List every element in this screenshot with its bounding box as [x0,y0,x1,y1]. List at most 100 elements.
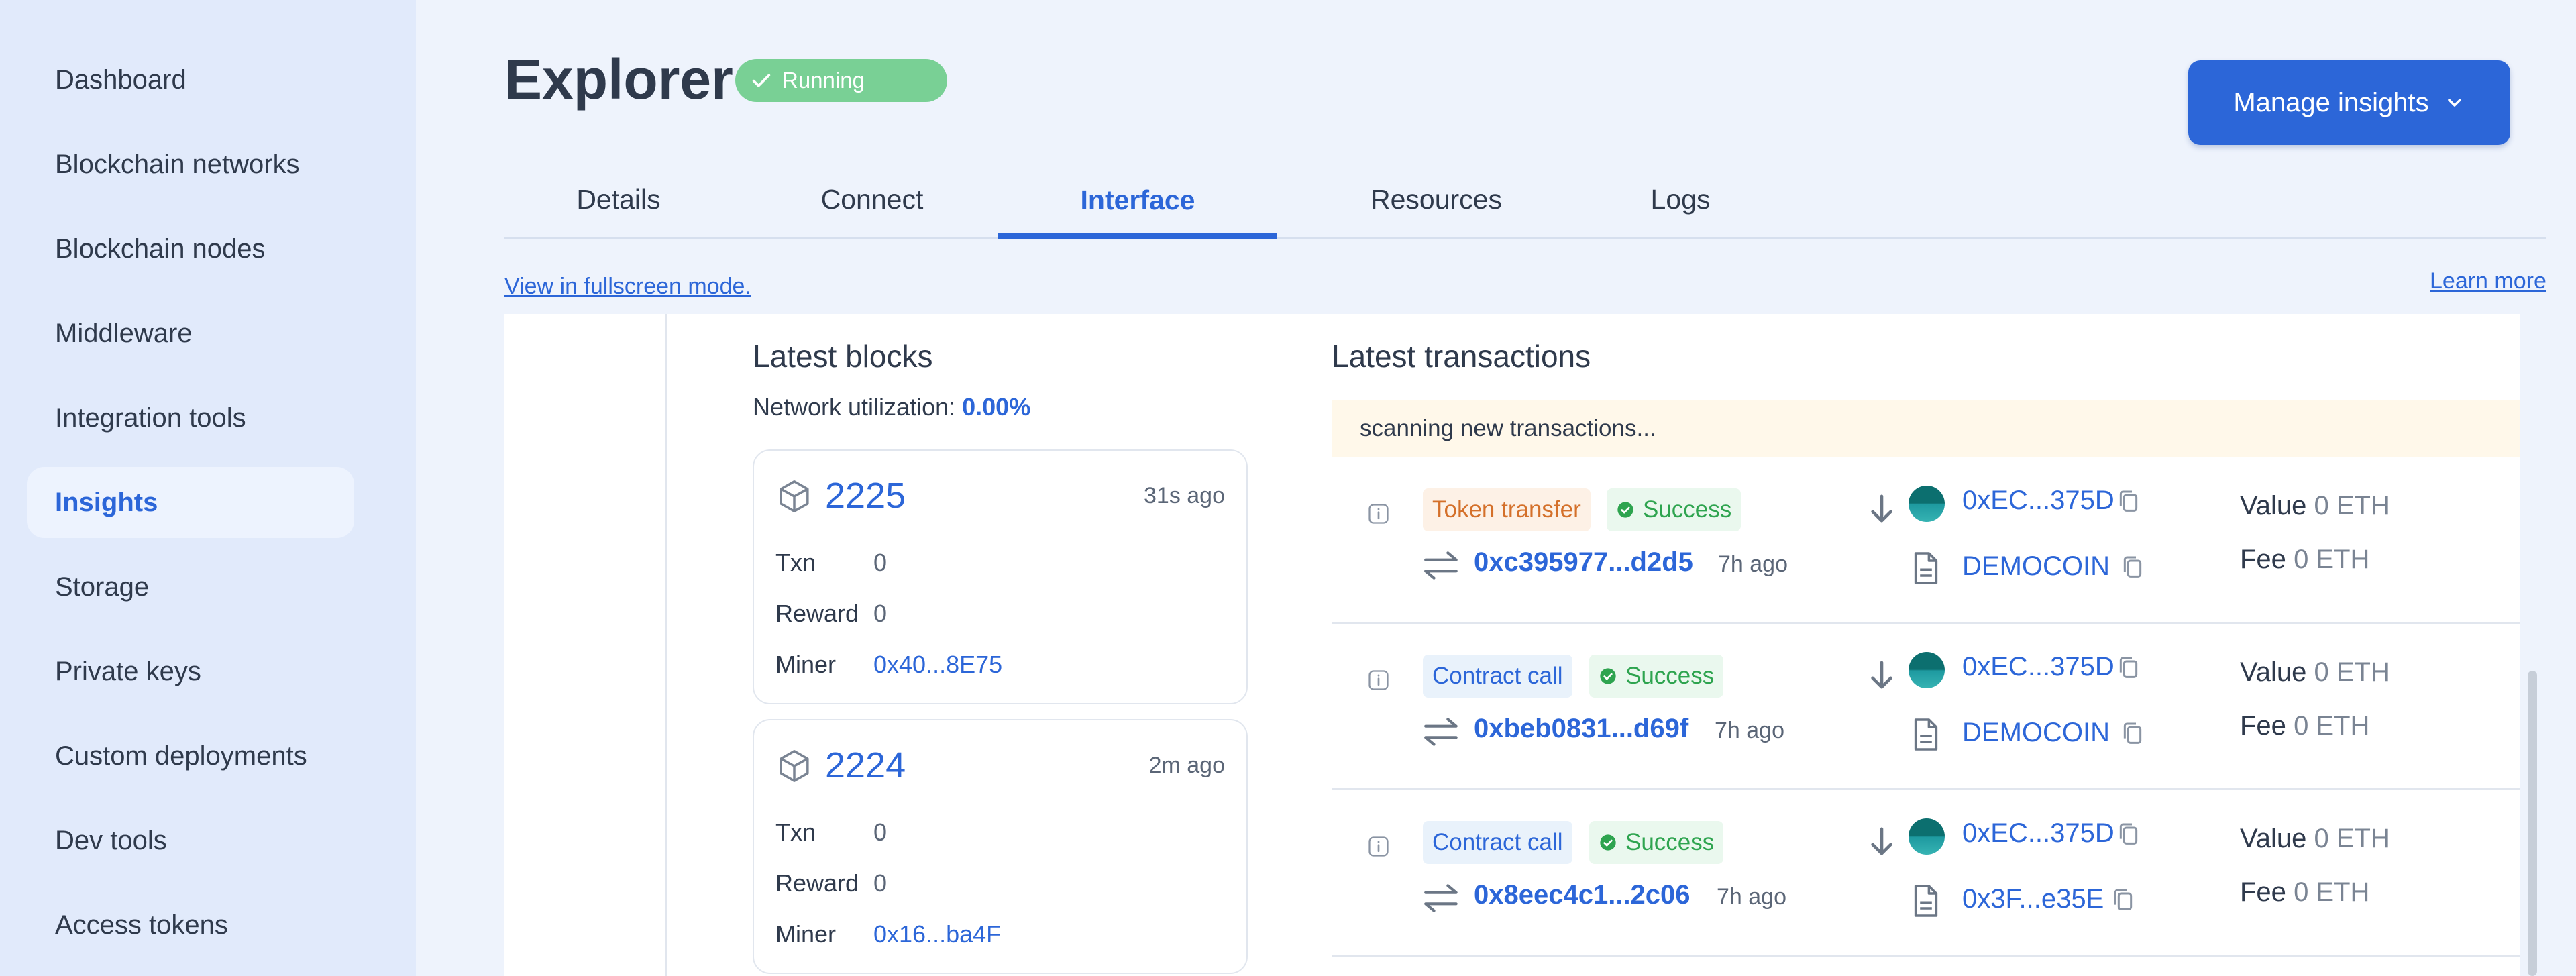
tx-value: Value 0 ETH [2240,824,2390,854]
tab-details[interactable]: Details [504,161,733,237]
reward-label: Reward [775,869,859,897]
tx-value: Value 0 ETH [2240,657,2390,688]
sidebar-item-storage[interactable]: Storage [27,551,354,622]
from-address-link[interactable]: 0xEC...375D [1962,652,2114,682]
from-address-link[interactable]: 0xEC...375D [1962,486,2114,516]
info-icon[interactable] [1366,502,1391,526]
transaction-row: Token transfer Success 0xc395977...d2d5 … [1332,457,2520,624]
sidebar: Dashboard Blockchain networks Blockchain… [0,0,416,976]
latest-transactions-title: Latest transactions [1332,339,1591,374]
fee-amount: 0 ETH [2294,545,2370,574]
tx-hash-link[interactable]: 0xbeb0831...d69f [1474,714,1688,744]
sidebar-item-access-tokens[interactable]: Access tokens [27,889,354,961]
tx-type-badge: Token transfer [1423,488,1591,531]
tab-connect[interactable]: Connect [733,161,1012,237]
tab-interface[interactable]: Interface [998,161,1277,239]
tx-hash-link[interactable]: 0xc395977...d2d5 [1474,547,1693,578]
info-icon[interactable] [1366,668,1391,692]
reward-value: 0 [873,600,888,627]
arrow-down-icon [1871,827,1892,855]
tx-status-badge: Success [1607,488,1741,531]
tx-status-label: Success [1625,829,1715,855]
sidebar-item-blockchain-nodes[interactable]: Blockchain nodes [27,213,354,284]
reward-label: Reward [775,600,859,627]
sidebar-item-insights[interactable]: Insights [27,467,354,538]
block-age: 31s ago [1144,483,1225,508]
sidebar-item-dev-tools[interactable]: Dev tools [27,805,354,876]
tx-age: 7h ago [1717,884,1786,910]
tx-hash-link[interactable]: 0x8eec4c1...2c06 [1474,880,1690,910]
tx-status-badge: Success [1589,655,1724,698]
check-circle-icon [1600,834,1616,851]
sidebar-item-blockchain-networks[interactable]: Blockchain networks [27,129,354,200]
block-number[interactable]: 2225 [825,475,906,517]
cube-icon [780,750,809,782]
explorer-panel: Latest blocks Network utilization: 0.00%… [504,314,2520,976]
status-label: Running [782,68,865,93]
sidebar-item-dashboard[interactable]: Dashboard [27,44,354,115]
block-age: 2m ago [1148,753,1225,778]
page-title: Explorer [504,48,733,111]
txn-label: Txn [775,818,816,846]
block-card[interactable]: 2225 31s ago Txn 0 Reward 0 Miner 0x40..… [753,449,1248,704]
copy-icon[interactable] [2121,720,2145,747]
fee-label: Fee [2240,711,2286,741]
status-badge: Running [735,59,947,102]
block-card[interactable]: 2224 2m ago Txn 0 Reward 0 Miner 0x16...… [753,719,1248,974]
miner-label: Miner [775,920,837,948]
tx-fee: Fee 0 ETH [2240,545,2369,575]
check-circle-icon [1600,668,1616,684]
copy-icon[interactable] [2116,821,2141,848]
fee-amount: 0 ETH [2294,711,2370,741]
address-avatar [1909,818,1945,855]
sidebar-item-middleware[interactable]: Middleware [27,298,354,369]
contract-link[interactable]: 0x3F...e35E [1962,884,2104,914]
value-amount: 0 ETH [2314,824,2390,853]
utilization-label: Network utilization: [753,393,956,421]
transaction-row: Contract call Success 0x8eec4c1...2c06 7… [1332,790,2520,957]
tx-fee: Fee 0 ETH [2240,877,2369,908]
sidebar-item-private-keys[interactable]: Private keys [27,636,354,707]
fee-label: Fee [2240,877,2286,907]
panel-scrollbar[interactable] [2528,671,2537,976]
manage-insights-label: Manage insights [2233,87,2429,117]
copy-icon[interactable] [2116,655,2141,682]
tab-logs[interactable]: Logs [1578,161,1783,237]
contract-link[interactable]: DEMOCOIN [1962,718,2110,748]
copy-icon[interactable] [2121,554,2145,581]
miner-link[interactable]: 0x40...8E75 [873,651,1002,679]
contract-link[interactable]: DEMOCOIN [1962,551,2110,582]
fee-amount: 0 ETH [2294,877,2370,907]
cube-icon [780,480,809,512]
txn-value: 0 [873,549,888,576]
transaction-row: Contract call Success 0xbeb0831...d69f 7… [1332,624,2520,790]
copy-icon[interactable] [2111,887,2135,914]
txn-label: Txn [775,549,816,576]
tx-age: 7h ago [1715,718,1784,743]
document-icon [1914,885,1938,917]
sidebar-item-integration-tools[interactable]: Integration tools [27,382,354,453]
address-avatar [1909,486,1945,522]
copy-icon[interactable] [2116,488,2141,515]
fullscreen-link[interactable]: View in fullscreen mode. [504,274,751,300]
latest-blocks-title: Latest blocks [753,339,933,374]
tab-resources[interactable]: Resources [1277,161,1595,237]
value-label: Value [2240,824,2307,853]
tx-status-label: Success [1643,496,1732,523]
document-icon [1914,718,1938,751]
info-icon[interactable] [1366,834,1391,859]
check-circle-icon [1617,502,1633,518]
chevron-down-icon [2447,99,2461,107]
block-number[interactable]: 2224 [825,745,906,786]
arrow-down-icon [1871,661,1892,689]
tx-status-label: Success [1625,663,1715,689]
from-address-link[interactable]: 0xEC...375D [1962,818,2114,849]
fee-label: Fee [2240,545,2286,574]
txn-value: 0 [873,818,888,846]
manage-insights-button[interactable]: Manage insights [2188,60,2510,145]
sidebar-item-custom-deployments[interactable]: Custom deployments [27,720,354,792]
learn-more-link[interactable]: Learn more [2430,268,2546,294]
tx-age: 7h ago [1718,551,1788,577]
tx-fee: Fee 0 ETH [2240,711,2369,741]
miner-link[interactable]: 0x16...ba4F [873,920,1001,948]
